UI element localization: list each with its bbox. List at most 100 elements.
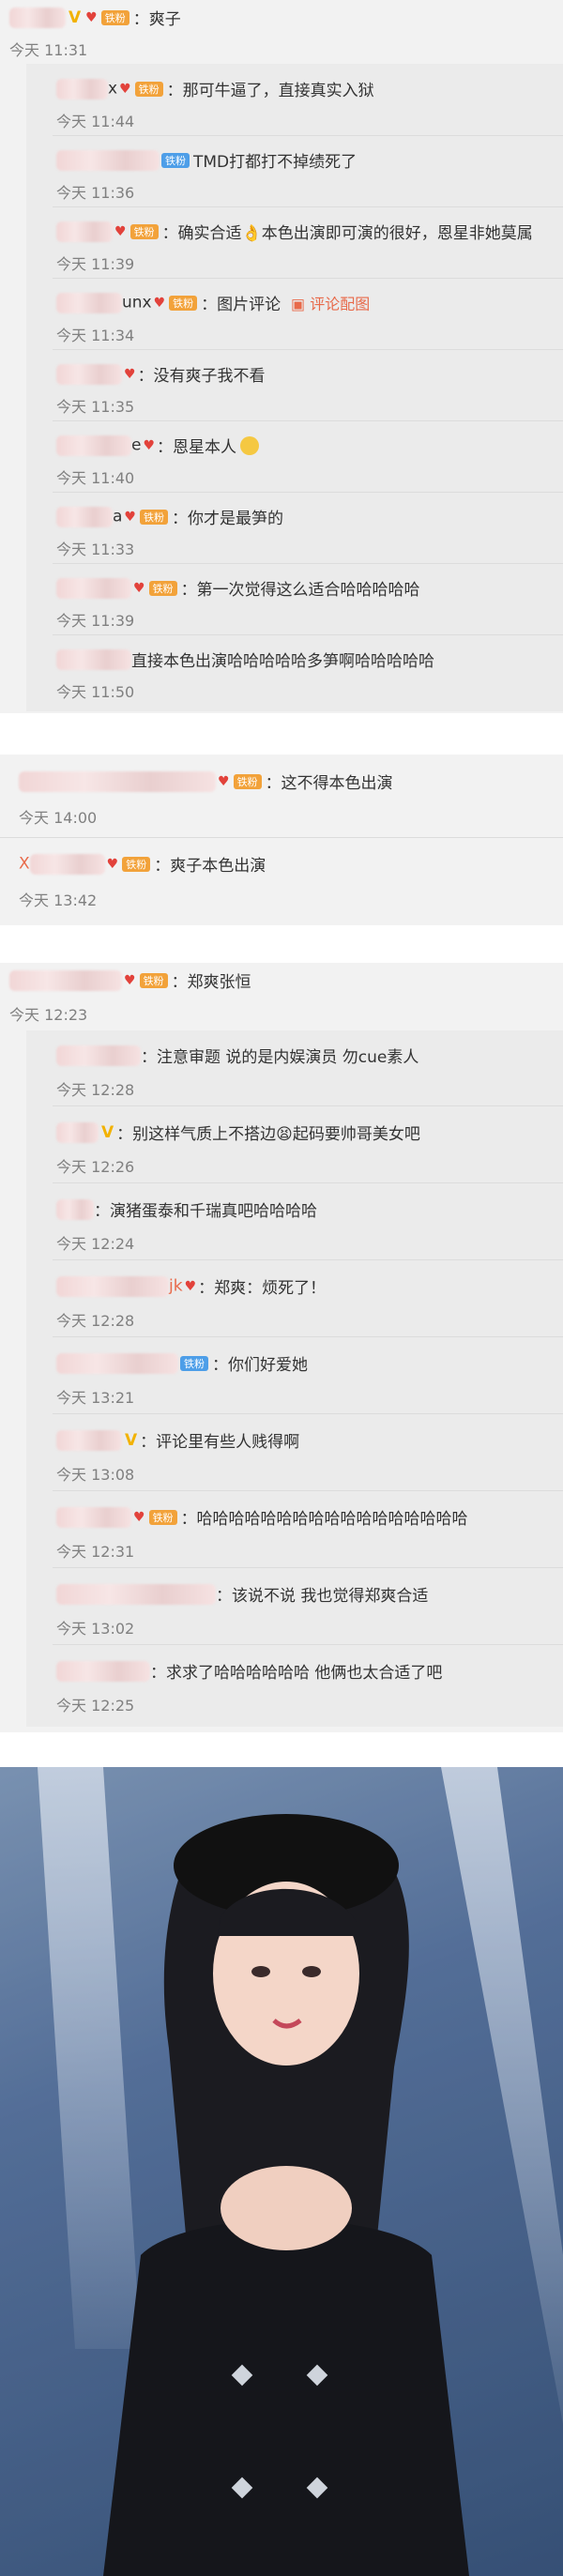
reply-time: 今天 13:08 (56, 1466, 135, 1484)
fan-badge: 铁粉 (161, 152, 190, 168)
celebrity-photo (0, 1767, 563, 2576)
reply-item[interactable]: jk ♥ ：郑爽：烦死了！ 今天 12:28 (53, 1261, 563, 1337)
reply-item[interactable]: x ♥ 铁粉 ：那可牛逼了，直接真实入狱 今天 11:44 (53, 64, 563, 136)
fan-badge: 铁粉 (148, 580, 177, 596)
vip-icon: V (125, 1430, 138, 1450)
username-blurred[interactable] (56, 1660, 150, 1682)
reply-text: ：求求了哈哈哈哈哈哈 他俩也太合适了吧 (150, 1664, 443, 1683)
heart-icon: ♥ (124, 509, 136, 525)
reply-item[interactable]: ：演猪蛋泰和千瑞真吧哈哈哈哈 今天 12:24 (53, 1184, 563, 1260)
image-comment-link[interactable]: ▣ 评论配图 (291, 296, 370, 313)
comment-main-1[interactable]: V ♥ 铁粉 ：爽子 (9, 6, 181, 29)
username-blurred[interactable] (56, 149, 160, 171)
fan-badge: 铁粉 (134, 81, 163, 97)
reply-item[interactable]: ♥ ：没有爽子我不看 今天 11:35 (53, 349, 563, 421)
reply-item[interactable]: ♥ 铁粉 ：哈哈哈哈哈哈哈哈哈哈哈哈哈哈哈哈哈 今天 12:31 (53, 1492, 563, 1568)
username-blurred[interactable] (29, 853, 105, 875)
reply-item[interactable]: V ：别这样气质上不搭边😫起码要帅哥美女吧 今天 12:26 (53, 1107, 563, 1183)
username-blurred[interactable] (56, 78, 108, 99)
hands-shape (221, 2166, 352, 2250)
username-blurred[interactable] (56, 1121, 99, 1143)
reply-item[interactable]: ♥ 铁粉 ：第一次觉得这么适合哈哈哈哈哈 今天 11:39 (53, 563, 563, 635)
username-tail: unx (122, 293, 152, 312)
reply-time: 今天 11:39 (56, 255, 135, 273)
username-blurred[interactable] (56, 1429, 122, 1451)
reply-time: 今天 11:35 (56, 398, 135, 416)
reply-text: ：确实合适👌本色出演即可演的很好，恩星非她莫属 (161, 224, 533, 243)
reply-item[interactable]: 铁粉 TMD打都打不掉绩死了 今天 11:36 (53, 135, 563, 207)
comment-thread-2: ♥ 铁粉 ：这不得本色出演 今天 14:00 X ♥ 铁粉 ：爽子本色出演 今天 13:4… (0, 755, 563, 925)
comment-item[interactable]: X ♥ 铁粉 ：爽子本色出演 (19, 852, 266, 876)
heart-icon: ♥ (143, 437, 156, 453)
heart-icon: ♥ (124, 972, 136, 988)
reply-text: ：恩星本人 (157, 438, 237, 457)
reply-time: 今天 12:28 (56, 1312, 135, 1330)
reply-item[interactable]: e ♥ ：恩星本人 今天 11:40 (53, 420, 563, 493)
username-blurred[interactable] (56, 1352, 178, 1374)
reply-text: ：图片评论 (201, 296, 282, 314)
reply-item[interactable]: ：注意审题 说的是内娱演员 勿cue素人 今天 12:28 (53, 1030, 563, 1106)
username-tail: jk (169, 1276, 183, 1296)
reply-item[interactable]: 铁粉 ：你们好爱她 今天 13:21 (53, 1338, 563, 1414)
reply-text: ：别这样气质上不搭边😫起码要帅哥美女吧 (116, 1125, 420, 1144)
reply-item[interactable]: ：该说不说 我也觉得郑爽合适 今天 13:02 (53, 1569, 563, 1645)
username-blurred[interactable] (9, 969, 122, 991)
username-blurred[interactable] (9, 7, 66, 28)
username-blurred[interactable] (56, 648, 131, 670)
username-tail: e (131, 435, 142, 455)
username-blurred[interactable] (56, 1506, 131, 1528)
photo-illustration (0, 1767, 563, 2576)
comment-main-3[interactable]: ♥ 铁粉 ：郑爽张恒 (9, 968, 251, 992)
username-blurred[interactable] (56, 363, 122, 385)
username-blurred[interactable] (56, 434, 131, 456)
fan-badge: 铁粉 (148, 1509, 177, 1525)
fan-badge: 铁粉 (129, 223, 159, 239)
reply-time: 今天 13:02 (56, 1620, 135, 1638)
reply-time: 今天 12:25 (56, 1697, 135, 1715)
username-blurred[interactable] (56, 1583, 216, 1605)
heart-icon: ♥ (133, 580, 145, 596)
reply-item[interactable]: unx ♥ 铁粉 ：图片评论 ▣ 评论配图 今天 11:34 (53, 278, 563, 350)
username-blurred[interactable] (56, 577, 131, 599)
reply-time: 今天 11:36 (56, 184, 135, 202)
fan-badge: 铁粉 (139, 509, 168, 525)
heart-icon: ♥ (85, 9, 98, 25)
username-blurred[interactable] (56, 1044, 141, 1066)
reply-item[interactable]: V ：评论里有些人贱得啊 今天 13:08 (53, 1415, 563, 1491)
vip-icon: V (101, 1122, 114, 1142)
comment-text: ：这不得本色出演 (265, 774, 393, 793)
reply-item[interactable]: ：求求了哈哈哈哈哈哈 他俩也太合适了吧 今天 12:25 (53, 1646, 563, 1721)
reply-time: 今天 11:50 (56, 683, 135, 701)
heart-icon: ♥ (184, 1278, 197, 1294)
reply-time: 今天 11:40 (56, 469, 135, 487)
reply-time: 今天 11:39 (56, 612, 135, 630)
username-blurred[interactable] (19, 770, 216, 792)
reply-text: ：郑爽：烦死了！ (198, 1279, 327, 1298)
fan-badge: 铁粉 (233, 773, 262, 789)
comment-text: ：爽子 (132, 10, 181, 29)
fan-badge: 铁粉 (139, 972, 168, 988)
heart-icon: ♥ (218, 773, 230, 789)
reply-item[interactable]: ♥ 铁粉 ：确实合适👌本色出演即可演的很好，恩星非她莫属 今天 11:39 (53, 206, 563, 279)
reply-time: 今天 12:28 (56, 1081, 135, 1099)
reply-list: x ♥ 铁粉 ：那可牛逼了，直接真实入狱 今天 11:44 铁粉 TMD打都打不掉绩死了… (26, 64, 563, 711)
comment-time: 今天 13:42 (19, 892, 98, 909)
image-comment-link-label: 评论配图 (310, 295, 371, 313)
reply-item[interactable]: a ♥ 铁粉 ：你才是最笋的 今天 11:33 (53, 492, 563, 564)
comment-thread-1: V ♥ 铁粉 ：爽子 今天 11:31 x ♥ 铁粉 ：那可牛逼了，直接真实入狱 今天 11… (0, 0, 563, 713)
reply-item[interactable]: 直接本色出演哈哈哈哈哈多笋啊哈哈哈哈哈 今天 11:50 (53, 634, 563, 706)
reply-time: 今天 11:34 (56, 327, 135, 344)
reply-text: ：那可牛逼了，直接真实入狱 (166, 82, 374, 100)
comment-item[interactable]: ♥ 铁粉 ：这不得本色出演 (19, 770, 393, 793)
comment-time: 今天 12:23 (9, 1006, 88, 1024)
username-blurred[interactable] (56, 1275, 169, 1297)
reply-text: ：你才是最笋的 (171, 510, 283, 528)
username-blurred[interactable] (56, 292, 122, 313)
comment-time: 今天 11:31 (9, 41, 88, 59)
username-blurred[interactable] (56, 506, 113, 527)
username-blurred[interactable] (56, 221, 113, 242)
fan-badge: 铁粉 (122, 856, 151, 872)
reply-time: 今天 11:44 (56, 113, 135, 130)
username-blurred[interactable] (56, 1198, 94, 1220)
smile-emoji-icon (240, 435, 260, 455)
